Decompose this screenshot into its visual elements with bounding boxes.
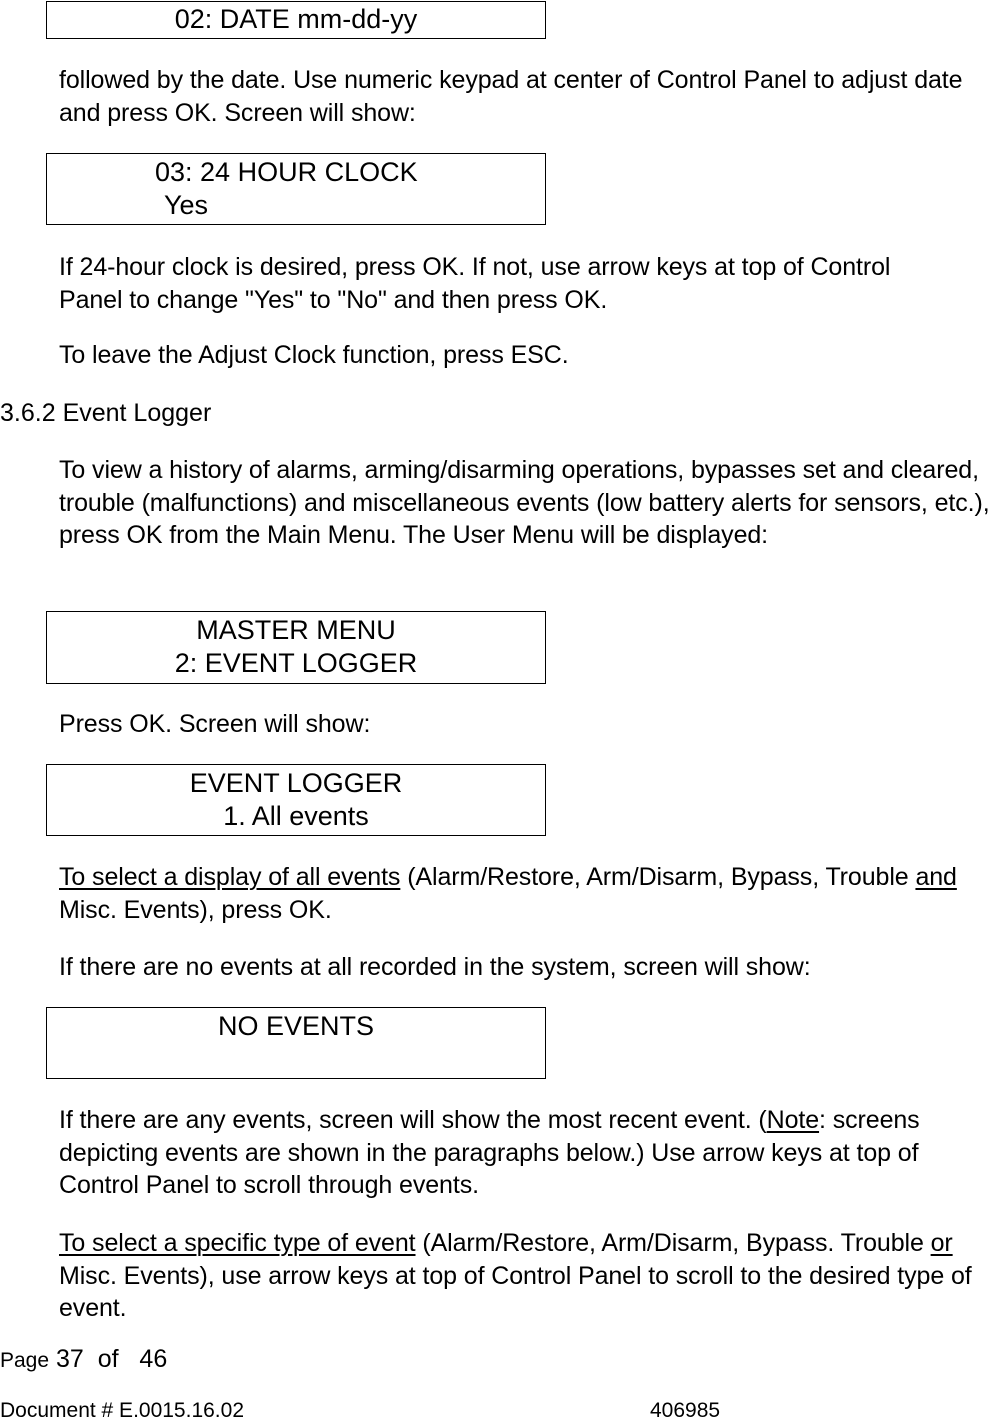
lcd-screen-date: 02: DATE mm-dd-yy [46, 1, 546, 39]
underlined-lead: To select a display of all events [59, 863, 401, 891]
screen-line: NO EVENTS [217, 1011, 375, 1041]
paragraph-date-instructions: followed by the date. Use numeric keypad… [59, 66, 963, 127]
underlined-lead: To select a specific type of event [59, 1229, 416, 1257]
text-lead: If there are any events, screen will sho… [59, 1106, 767, 1134]
paragraph-press-ok: Press OK. Screen will show: [59, 710, 371, 738]
section-heading: 3.6.2 Event Logger [0, 397, 211, 429]
paragraph-24-hour-clock: If 24-hour clock is desired, press OK. I… [59, 253, 891, 314]
lcd-screen-event-logger: EVENT LOGGER 1. All events [46, 764, 546, 836]
document-label: Document # E.0015.16.02 [0, 1399, 245, 1422]
underlined-word: and [915, 863, 957, 891]
screen-line: 2: EVENT LOGGER [174, 648, 418, 678]
section-number: 3.6.2 [0, 399, 56, 427]
text-middle: (Alarm/Restore, Arm/Disarm, Bypass, Trou… [400, 863, 916, 891]
page-current: 37 [56, 1345, 84, 1373]
page-label: Page [0, 1349, 50, 1372]
text-tail: Misc. Events), press OK. [59, 895, 332, 924]
document-page: 02: DATE mm-dd-yy followed by the date. … [0, 0, 997, 1422]
paragraph-leave-adjust-clock: To leave the Adjust Clock function, pres… [59, 341, 569, 369]
page-number: Page 37 of 46 [0, 1343, 167, 1377]
page-of: of [97, 1345, 119, 1373]
underlined-note: Note [766, 1106, 820, 1134]
screen-line: 1. All events [223, 801, 369, 831]
paragraph-select-specific-event: To select a specific type of event (Alar… [59, 1227, 997, 1325]
paragraph-event-logger-intro: To view a history of alarms, arming/disa… [59, 456, 990, 549]
screen-line: EVENT LOGGER [189, 768, 403, 798]
screen-line: 02: DATE mm-dd-yy [174, 4, 418, 34]
lcd-screen-master-menu: MASTER MENU 2: EVENT LOGGER [46, 611, 546, 684]
paragraph-select-all-events: To select a display of all events (Alarm… [59, 861, 969, 926]
paragraph-no-events: If there are no events at all recorded i… [59, 953, 811, 981]
lcd-screen-no-events: NO EVENTS [46, 1007, 546, 1079]
underlined-word: or [930, 1229, 953, 1257]
screen-line: MASTER MENU [196, 615, 396, 645]
section-title: Event Logger [62, 399, 212, 427]
paragraph-any-events: If there are any events, screen will sho… [59, 1104, 997, 1202]
screen-line: Yes [164, 190, 209, 220]
screen-line: 03: 24 HOUR CLOCK [155, 157, 418, 187]
document-number: 406985 [650, 1399, 721, 1422]
lcd-screen-24-hour-clock: 03: 24 HOUR CLOCK Yes [46, 153, 546, 225]
text-tail: Misc. Events), use arrow keys at top of … [59, 1261, 972, 1323]
text-middle: (Alarm/Restore, Arm/Disarm, Bypass. Trou… [415, 1229, 931, 1257]
page-total: 46 [139, 1345, 168, 1373]
